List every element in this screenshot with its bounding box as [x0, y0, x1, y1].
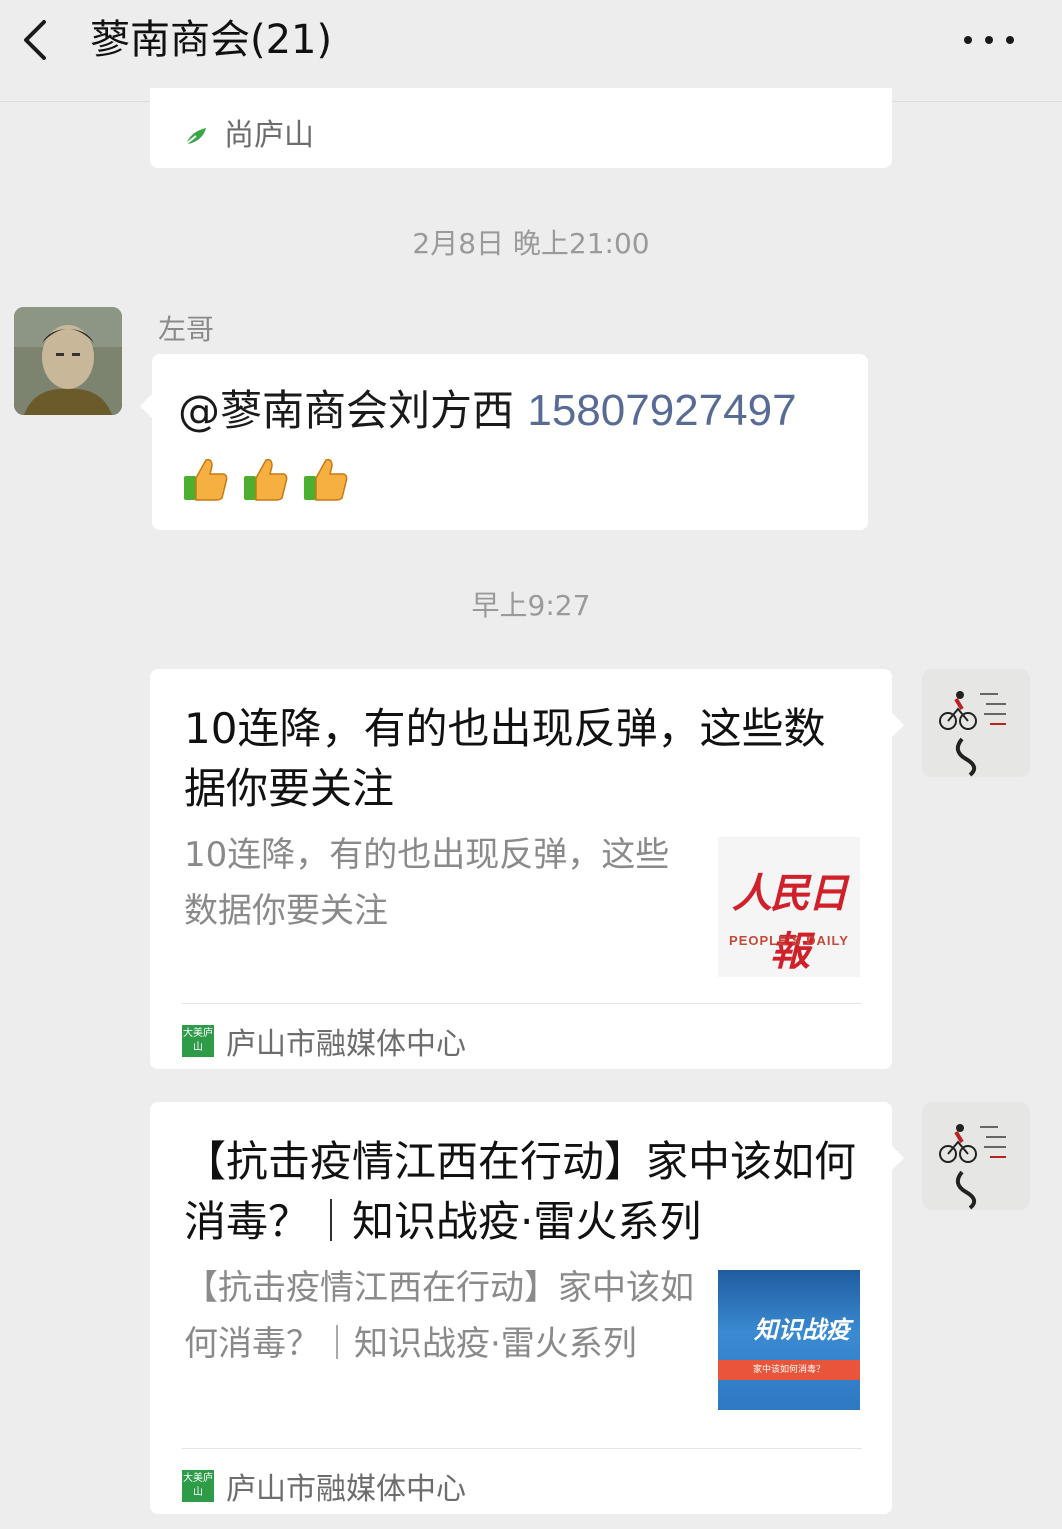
- sender-name: 左哥: [158, 313, 215, 346]
- article-card[interactable]: 【抗击疫情江西在行动】家中该如何消毒？｜知识战疫·雷火系列 【抗击疫情江西在行动…: [150, 1102, 904, 1514]
- divider: [182, 1448, 862, 1449]
- thumbs-up-icon: [184, 458, 228, 501]
- article-thumbnail: 知识战疫 家中该如何消毒？: [718, 1270, 860, 1410]
- leaf-icon: [185, 128, 206, 145]
- thumbnail-subtitle: 家中该如何消毒？: [718, 1360, 860, 1380]
- article-description: 10连降，有的也出现反弹，这些数据你要关注: [184, 835, 670, 931]
- share-source: 尚庐山: [182, 118, 314, 154]
- cyclist-avatar-icon: [922, 1102, 1030, 1210]
- source-logo-icon: 大美庐山: [182, 1470, 214, 1502]
- mention-text: @蓼南商会刘方西: [178, 386, 528, 435]
- cyclist-avatar-icon: [922, 669, 1030, 777]
- avatar[interactable]: [14, 307, 122, 415]
- thumbs-up-icon: [244, 458, 288, 501]
- article-source: 大美庐山 庐山市融媒体中心: [182, 1464, 466, 1508]
- chat-header: 蓼南商会(21): [0, 0, 1062, 102]
- thumbnail-subtitle: PEOPLE'S DAILY: [729, 933, 849, 948]
- more-options-icon[interactable]: [954, 20, 1024, 60]
- article-source-label: 庐山市融媒体中心: [226, 1472, 466, 1507]
- previous-share-card[interactable]: 尚庐山: [150, 88, 892, 168]
- article-card[interactable]: 10连降，有的也出现反弹，这些数据你要关注 10连降，有的也出现反弹，这些数据你…: [150, 669, 904, 1069]
- article-source: 大美庐山 庐山市融媒体中心: [182, 1019, 466, 1063]
- article-title: 【抗击疫情江西在行动】家中该如何消毒？｜知识战疫·雷火系列: [184, 1137, 857, 1246]
- emoji-row: [180, 454, 350, 504]
- message-bubble[interactable]: @蓼南商会刘方西 15807927497: [140, 354, 868, 530]
- thumbnail-title: 人民日報: [732, 870, 848, 975]
- article-title: 10连降，有的也出现反弹，这些数据你要关注: [184, 704, 826, 813]
- message-timestamp: 2月8日 晚上21:00: [412, 227, 650, 260]
- phone-link[interactable]: 15807927497: [527, 386, 796, 435]
- article-thumbnail: 人民日報 PEOPLE'S DAILY: [718, 837, 860, 977]
- article-description: 【抗击疫情江西在行动】家中该如何消毒？｜知识战疫·雷火系列: [184, 1268, 694, 1364]
- source-logo-icon: 大美庐山: [182, 1025, 214, 1057]
- back-icon[interactable]: [14, 14, 62, 66]
- message-timestamp: 早上9:27: [471, 589, 591, 622]
- thumbnail-title: 知识战疫: [754, 1316, 850, 1344]
- message-text: @蓼南商会刘方西 15807927497: [178, 384, 797, 438]
- avatar[interactable]: [922, 1102, 1030, 1210]
- divider: [182, 1003, 862, 1004]
- share-source-label: 尚庐山: [224, 118, 314, 153]
- avatar[interactable]: [922, 669, 1030, 777]
- chat-title: 蓼南商会(21): [90, 17, 333, 63]
- article-source-label: 庐山市融媒体中心: [226, 1027, 466, 1062]
- avatar-portrait-icon: [14, 307, 122, 415]
- thumbs-up-icon: [304, 458, 348, 501]
